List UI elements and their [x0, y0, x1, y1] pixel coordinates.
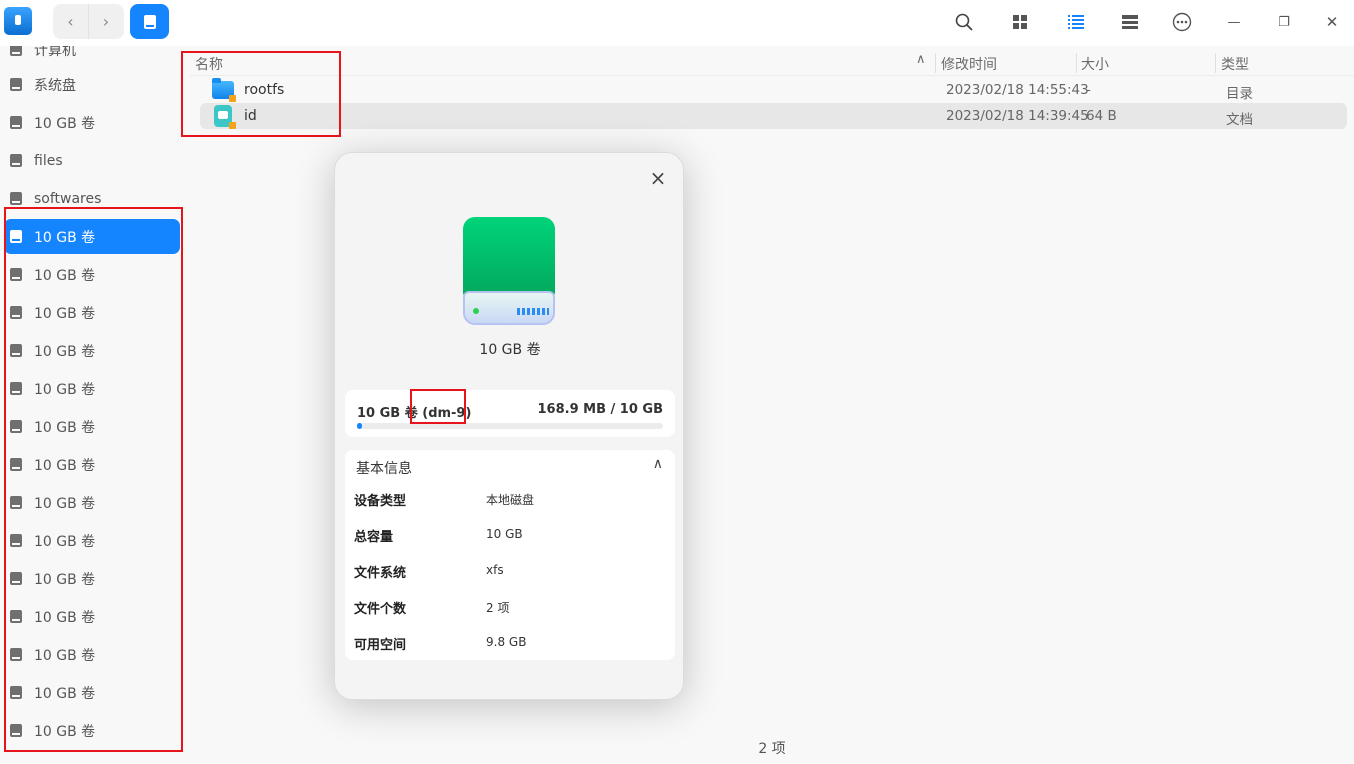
list-icon — [1068, 15, 1084, 29]
drive-base — [463, 291, 555, 325]
sort-ascending-icon[interactable]: ∧ — [916, 52, 926, 67]
info-value: 2 项 — [486, 601, 510, 615]
info-key: 文件个数 — [354, 602, 407, 617]
file-type: 文档 — [1226, 112, 1253, 128]
restore-icon: ❐ — [1278, 14, 1290, 30]
info-key: 文件系统 — [354, 566, 407, 581]
usage-card: 10 GB 卷 (dm-9) 168.9 MB / 10 GB — [345, 390, 675, 437]
chevron-left-icon: ‹ — [67, 12, 74, 31]
icon-view-button[interactable] — [1004, 6, 1036, 38]
info-key: 设备类型 — [354, 494, 407, 509]
info-row: 设备类型 本地磁盘 — [354, 490, 664, 510]
info-row: 文件个数 2 项 — [354, 598, 664, 618]
close-icon: ✕ — [1325, 13, 1339, 31]
chevron-up-icon[interactable]: ∧ — [653, 456, 663, 472]
sidebar-item-label: 计算机 — [34, 46, 76, 59]
list-view-button[interactable] — [1060, 6, 1092, 38]
usage-progress-bar — [357, 423, 663, 429]
drive-icon — [143, 14, 156, 29]
highlight-box-device — [410, 389, 466, 424]
file-manager-window: ‹ › — ❐ ✕ 计算机 系统盘 10 GB 卷 files software… — [0, 0, 1354, 764]
info-row: 文件系统 xfs — [354, 562, 664, 582]
sidebar-item-label: 系统盘 — [34, 77, 76, 94]
status-item-count: 2 项 — [758, 741, 786, 757]
disk-icon — [10, 154, 22, 167]
sidebar-item-volume[interactable]: 10 GB 卷 — [4, 105, 180, 140]
file-type: 目录 — [1226, 86, 1253, 102]
column-modified-header[interactable]: 修改时间 — [941, 54, 997, 74]
breadcrumb-drive-button[interactable] — [130, 4, 169, 39]
file-modified: 2023/02/18 14:55:43 — [946, 82, 1089, 98]
computer-icon — [10, 46, 22, 56]
restore-button[interactable]: ❐ — [1268, 6, 1300, 38]
hard-drive-icon — [463, 217, 555, 325]
close-window-button[interactable]: ✕ — [1316, 6, 1348, 38]
info-key: 可用空间 — [354, 638, 407, 653]
usage-progress-fill — [357, 423, 363, 429]
basic-info-card: 基本信息 ∧ 设备类型 本地磁盘 总容量 10 GB 文件系统 xfs 文件个数… — [345, 450, 675, 660]
file-modified: 2023/02/18 14:39:45 — [946, 108, 1089, 124]
minimize-button[interactable]: — — [1218, 6, 1250, 38]
column-header: 名称 ∧ 修改时间 大小 类型 — [190, 50, 1354, 76]
sidebar-item-label: softwares — [34, 190, 102, 207]
column-separator[interactable] — [1076, 53, 1077, 73]
info-value: 本地磁盘 — [486, 493, 535, 507]
info-row: 可用空间 9.8 GB — [354, 634, 664, 654]
dialog-title: 10 GB 卷 — [479, 342, 541, 358]
drive-vent — [517, 308, 549, 315]
disk-icon — [10, 192, 22, 205]
file-manager-app-icon — [4, 7, 32, 35]
titlebar: ‹ › — ❐ ✕ — [0, 0, 1354, 46]
minimize-icon: — — [1227, 14, 1241, 30]
search-icon — [955, 13, 973, 31]
drive-led — [473, 308, 479, 314]
main-menu-button[interactable] — [1166, 6, 1198, 38]
sidebar-item-label: 10 GB 卷 — [34, 115, 96, 132]
drive-body — [463, 217, 555, 297]
search-button[interactable] — [948, 6, 980, 38]
properties-dialog: × 10 GB 卷 10 GB 卷 (dm-9) 168.9 MB / 10 G… — [334, 152, 684, 700]
more-icon — [1172, 12, 1192, 32]
info-value: xfs — [486, 563, 504, 577]
info-key: 总容量 — [354, 530, 394, 545]
section-title: 基本信息 — [356, 461, 412, 477]
highlight-box-volumes — [4, 207, 183, 752]
grid-icon — [1013, 15, 1027, 29]
file-size: 64 B — [1086, 108, 1117, 124]
chevron-right-icon: › — [102, 12, 110, 31]
column-separator[interactable] — [1215, 53, 1216, 73]
highlight-box-files — [181, 51, 341, 137]
info-value: 10 GB — [486, 527, 523, 541]
forward-button[interactable]: › — [88, 4, 123, 39]
back-button[interactable]: ‹ — [53, 4, 88, 39]
table-row[interactable]: rootfs 2023/02/18 14:55:43 - 目录 — [200, 77, 1347, 103]
details-icon — [1122, 15, 1138, 29]
sidebar-item-files[interactable]: files — [4, 143, 180, 178]
info-value: 9.8 GB — [486, 635, 527, 649]
file-size: - — [1086, 82, 1091, 98]
close-icon: × — [649, 166, 667, 190]
sidebar-item-label: files — [34, 152, 63, 169]
disk-icon — [10, 116, 22, 129]
disk-icon — [10, 78, 22, 91]
column-separator[interactable] — [935, 53, 936, 73]
info-row: 总容量 10 GB — [354, 526, 664, 546]
detail-panel-button[interactable] — [1114, 6, 1146, 38]
sidebar-item-computer[interactable]: 计算机 — [4, 46, 180, 67]
dialog-close-button[interactable]: × — [647, 167, 669, 189]
column-size-header[interactable]: 大小 — [1081, 54, 1109, 74]
column-type-header[interactable]: 类型 — [1221, 54, 1249, 74]
table-row[interactable]: id 2023/02/18 14:39:45 64 B 文档 — [200, 103, 1347, 129]
usage-value: 168.9 MB / 10 GB — [537, 402, 664, 417]
history-nav: ‹ › — [53, 4, 124, 39]
sidebar-item-system-disk[interactable]: 系统盘 — [4, 67, 180, 102]
